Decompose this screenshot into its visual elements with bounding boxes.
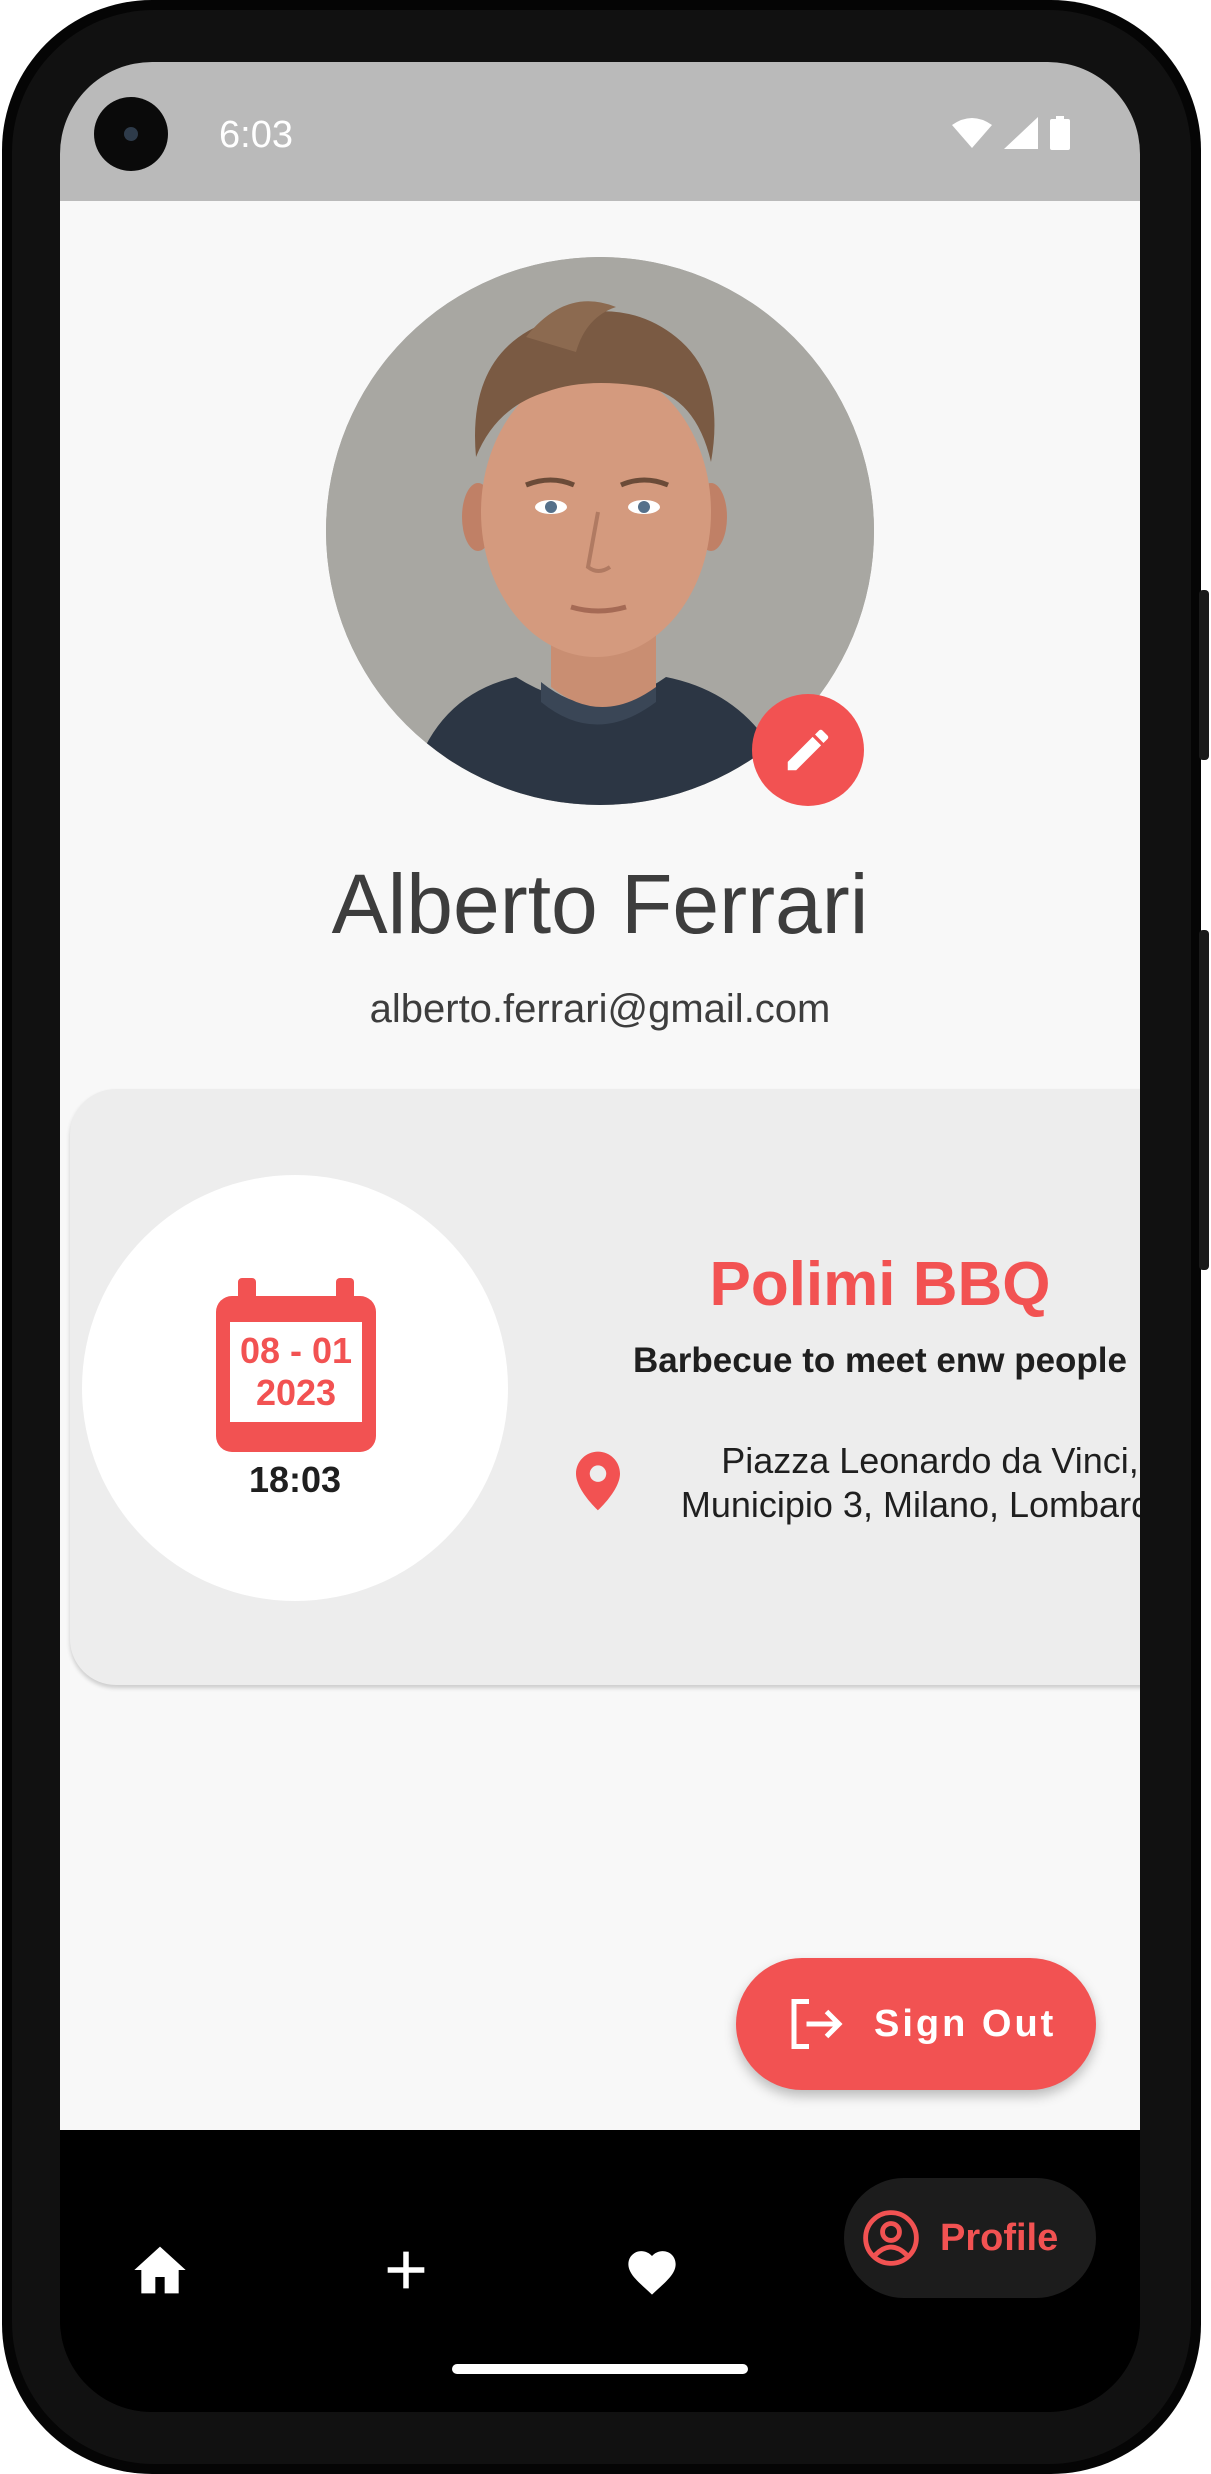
- event-title: Polimi BBQ: [709, 1250, 1051, 1319]
- front-camera: [94, 97, 168, 171]
- nav-profile[interactable]: Profile: [844, 2178, 1096, 2298]
- event-date-text: 08 - 01 2023: [216, 1330, 376, 1414]
- nav-add[interactable]: [346, 2210, 466, 2330]
- calendar-icon: 08 - 01 2023: [216, 1278, 376, 1452]
- home-indicator[interactable]: [452, 2364, 748, 2374]
- nav-home[interactable]: [100, 2210, 220, 2330]
- event-address-line1: Piazza Leonardo da Vinci,: [721, 1440, 1139, 1481]
- nav-profile-label: Profile: [940, 2216, 1059, 2259]
- event-address: Piazza Leonardo da Vinci, Municipio 3, M…: [630, 1439, 1140, 1527]
- profile-icon: [863, 2210, 919, 2266]
- status-bar: 6:03: [60, 62, 1140, 201]
- signal-icon: [1004, 117, 1038, 149]
- battery-icon: [1050, 116, 1070, 150]
- plus-icon: [387, 2251, 425, 2289]
- phone-device: 6:03 Alberto Ferrari alberto.ferrari@gma…: [0, 0, 1211, 2474]
- heart-icon: [628, 2251, 676, 2295]
- screen: 6:03 Alberto Ferrari alberto.ferrari@gma…: [60, 62, 1140, 2412]
- power-button: [1199, 590, 1209, 760]
- event-date: 08 - 01: [239, 1330, 353, 1371]
- event-date-circle: 08 - 01 2023 18:03: [82, 1175, 508, 1601]
- event-year: 2023: [255, 1372, 337, 1413]
- bottom-nav: Profile: [60, 2130, 1140, 2412]
- edit-photo-button[interactable]: [752, 694, 864, 806]
- event-description: Barbecue to meet enw people: [632, 1341, 1128, 1380]
- sign-out-label: Sign Out: [874, 2002, 1057, 2045]
- event-card[interactable]: 08 - 01 2023 18:03 Polimi BBQ Barbecue t…: [70, 1089, 1140, 1685]
- status-icons: [952, 116, 1070, 150]
- wifi-icon: [952, 118, 992, 148]
- home-icon: [134, 2246, 186, 2294]
- profile-page: Alberto Ferrari alberto.ferrari@gmail.co…: [60, 201, 1140, 2130]
- pencil-icon: [787, 729, 829, 771]
- location-pin-icon: [576, 1451, 620, 1511]
- event-time: 18:03: [248, 1459, 342, 1500]
- event-address-line2: Municipio 3, Milano, Lombardia: [680, 1484, 1140, 1525]
- logout-icon: [791, 1999, 843, 2049]
- sign-out-button[interactable]: Sign Out: [736, 1958, 1096, 2090]
- volume-button: [1199, 930, 1209, 1270]
- nav-favorites[interactable]: [592, 2210, 712, 2330]
- profile-name: Alberto Ferrari: [331, 857, 869, 951]
- status-time: 6:03: [219, 114, 293, 156]
- profile-email: alberto.ferrari@gmail.com: [369, 987, 831, 1031]
